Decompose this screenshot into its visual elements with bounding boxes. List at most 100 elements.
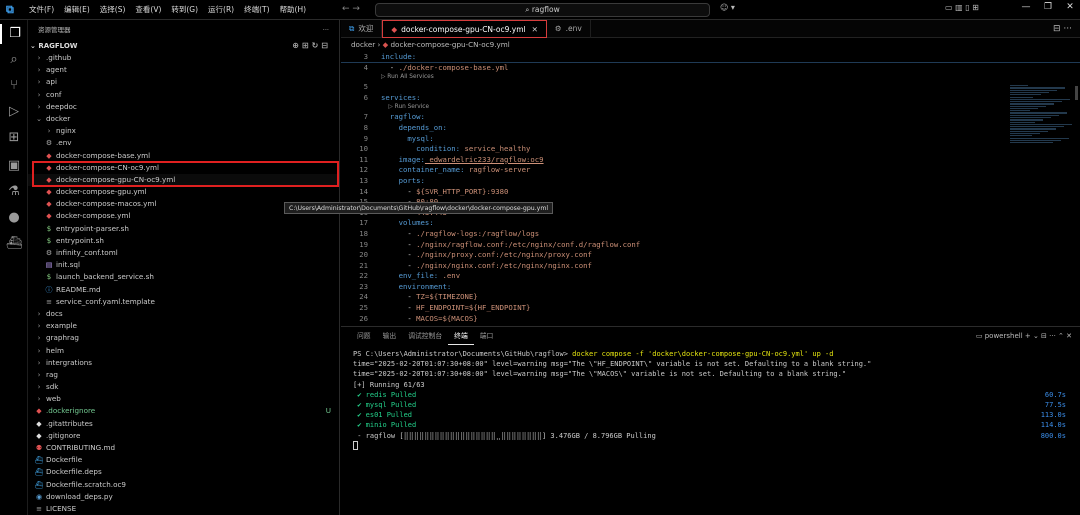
run-debug-icon[interactable]: ▷ <box>4 102 24 122</box>
file-tree-item[interactable]: ◆ .gitattributes <box>28 418 339 430</box>
editor-actions[interactable]: ⊟ ··· <box>1053 20 1072 38</box>
file-tree-item[interactable]: › .github <box>28 52 339 64</box>
scrollbar-thumb[interactable] <box>1075 86 1078 100</box>
explorer-icon[interactable]: ❐ <box>0 24 24 44</box>
file-tree-item[interactable]: ◆ docker-compose-base.yml <box>28 150 339 162</box>
minimize-button[interactable]: — <box>1015 2 1037 12</box>
file-tree-item[interactable]: › example <box>28 320 339 332</box>
panel-tab[interactable]: 问题 <box>351 327 377 345</box>
search-icon[interactable]: ⌕ <box>4 50 24 70</box>
terminal[interactable]: PS C:\Users\Administrator\Documents\GitH… <box>341 345 1080 451</box>
file-tree-item[interactable]: ◆ docker-compose-gpu.yml <box>28 186 339 198</box>
testing-icon[interactable]: ⚗ <box>4 182 24 202</box>
code-text: env_file: .env <box>381 271 461 281</box>
menu-item[interactable]: 转到(G) <box>166 0 203 20</box>
nav-arrows[interactable]: ← → <box>342 4 360 14</box>
file-tree-item[interactable]: › agent <box>28 64 339 76</box>
maximize-button[interactable]: ❐ <box>1037 2 1059 12</box>
file-tree-item[interactable]: ⌄ docker <box>28 113 339 125</box>
menu-item[interactable]: 终端(T) <box>239 0 274 20</box>
file-tree-item[interactable]: ⛴ Dockerfile <box>28 454 339 466</box>
file-tree-item[interactable]: › deepdoc <box>28 101 339 113</box>
file-tree-item[interactable]: ⚙ infinity_conf.toml <box>28 247 339 259</box>
panel-tab[interactable]: 终端 <box>448 327 474 345</box>
file-tree-item[interactable]: ▤ init.sql <box>28 259 339 271</box>
editor-tab[interactable]: ⧉ 欢迎 <box>341 20 383 38</box>
explorer-actions[interactable]: ⊕⊞↻⊟ <box>292 40 331 52</box>
codelens-label[interactable]: ▷ Run Service <box>381 103 429 112</box>
file-tree-label: Dockerfile.scratch.oc9 <box>46 479 126 489</box>
panel-tab[interactable]: 输出 <box>377 327 403 345</box>
file-tree-item[interactable]: › intergrations <box>28 357 339 369</box>
docker-file-icon: ◆ <box>391 25 398 34</box>
menu-item[interactable]: 选择(S) <box>95 0 131 20</box>
git-icon: ◆ <box>36 419 42 428</box>
file-tree-item[interactable]: ⚉ CONTRIBUTING.md <box>28 442 339 454</box>
minimap-line <box>1010 98 1070 100</box>
file-tree-item[interactable]: $ entrypoint.sh <box>28 235 339 247</box>
file-tree-item[interactable]: ◉ download_deps.py <box>28 491 339 503</box>
terminal-text: ✔ minio Pulled <box>353 421 417 430</box>
line-number: 7 <box>363 112 368 122</box>
code-text: container_name: ragflow-server <box>381 165 531 175</box>
menu-item[interactable]: 帮助(H) <box>275 0 312 20</box>
file-tree-item[interactable]: ⓘ README.md <box>28 284 339 296</box>
codelens-label[interactable]: ▷ Run All Services <box>381 73 434 82</box>
file-tree-item[interactable]: ⚙ .env <box>28 137 339 149</box>
layout-controls[interactable]: ▭ ▥ ▯ ⊞ <box>945 3 979 12</box>
file-tree-item[interactable]: $ entrypoint-parser.sh <box>28 223 339 235</box>
file-tree-item[interactable]: › conf <box>28 89 339 101</box>
editor-tab[interactable]: ⚙ .env <box>547 20 591 38</box>
terminal-actions[interactable]: ▭ powershell + ⌄ ⊟ ··· ⌃ ✕ <box>976 327 1072 345</box>
close-window-button[interactable]: ✕ <box>1059 2 1080 12</box>
file-tree-item[interactable]: › sdk <box>28 381 339 393</box>
menu-item[interactable]: 查看(V) <box>130 0 166 20</box>
file-tree-item[interactable]: › docs <box>28 308 339 320</box>
file-tree-item[interactable]: › rag <box>28 369 339 381</box>
code-line: 11 image: edwardelric233/ragflow:oc9 <box>341 155 1080 166</box>
breadcrumb-folder[interactable]: docker <box>351 40 375 49</box>
breadcrumb[interactable]: docker › ◆ docker-compose-gpu-CN-oc9.yml <box>341 38 1080 52</box>
menu-item[interactable]: 运行(R) <box>203 0 239 20</box>
file-tree-item[interactable]: › helm <box>28 345 339 357</box>
line-number: 10 <box>359 144 368 154</box>
codelens[interactable]: ▷ Run Service <box>341 103 1080 112</box>
more-actions-icon[interactable]: ··· <box>323 20 329 40</box>
file-tree-item[interactable]: › nginx <box>28 125 339 137</box>
minimap-line <box>1010 110 1030 112</box>
code-editor[interactable]: 3 include: 4 - ./docker-compose-base.yml ▷ … <box>341 52 1080 324</box>
breadcrumb-file[interactable]: docker-compose-gpu-CN-oc9.yml <box>390 40 509 49</box>
file-tree-item[interactable]: ⛴ Dockerfile.deps <box>28 466 339 478</box>
remote-explorer-icon[interactable]: ▣ <box>4 156 24 176</box>
file-tree-item[interactable]: ◆ .gitignore <box>28 430 339 442</box>
panel-tab[interactable]: 调试控制台 <box>402 327 448 345</box>
menu-item[interactable]: 文件(F) <box>24 0 59 20</box>
file-tree-label: helm <box>46 345 64 355</box>
command-center-search[interactable]: ⌕ ragflow <box>375 3 710 17</box>
file-tree-item[interactable]: ◆ docker-compose-CN-oc9.yml <box>28 162 339 174</box>
docker-icon[interactable]: ⛴ <box>4 234 24 254</box>
close-icon[interactable]: ✕ <box>532 25 538 34</box>
file-tree-item[interactable]: ◆ .dockerignore U <box>28 405 339 417</box>
extensions-icon[interactable]: ⊞ <box>4 128 24 148</box>
copilot-icon[interactable]: ☺ ▾ <box>720 3 735 12</box>
file-tree-label: agent <box>46 65 67 75</box>
editor-tab[interactable]: ◆ docker-compose-gpu-CN-oc9.yml ✕ <box>382 20 547 38</box>
file-tree-item[interactable]: ≡ LICENSE <box>28 503 339 515</box>
workspace-root[interactable]: ⌄ RAGFLOW ⊕⊞↻⊟ <box>28 40 339 52</box>
file-tree-item[interactable]: › web <box>28 393 339 405</box>
codelens[interactable]: ▷ Run All Services <box>341 73 1080 82</box>
file-tree-item[interactable]: $ launch_backend_service.sh <box>28 271 339 283</box>
panel-tab[interactable]: 端口 <box>474 327 500 345</box>
terminal-text: [+] Running 61/63 <box>353 380 425 389</box>
menu-item[interactable]: 编辑(E) <box>59 0 95 20</box>
file-tree-label: Dockerfile <box>46 455 83 465</box>
file-tree-item[interactable]: ⛴ Dockerfile.scratch.oc9 <box>28 479 339 491</box>
file-tree-item[interactable]: ≡ service_conf.yaml.template <box>28 296 339 308</box>
file-tree-item[interactable]: ◆ docker-compose-gpu-CN-oc9.yml <box>28 173 339 187</box>
github-icon[interactable]: ● <box>4 208 24 228</box>
file-tree-item[interactable]: › api <box>28 76 339 88</box>
source-control-icon[interactable]: ⑂ <box>4 76 24 96</box>
file-tree-item[interactable]: › graphrag <box>28 332 339 344</box>
minimap[interactable] <box>1010 84 1080 324</box>
